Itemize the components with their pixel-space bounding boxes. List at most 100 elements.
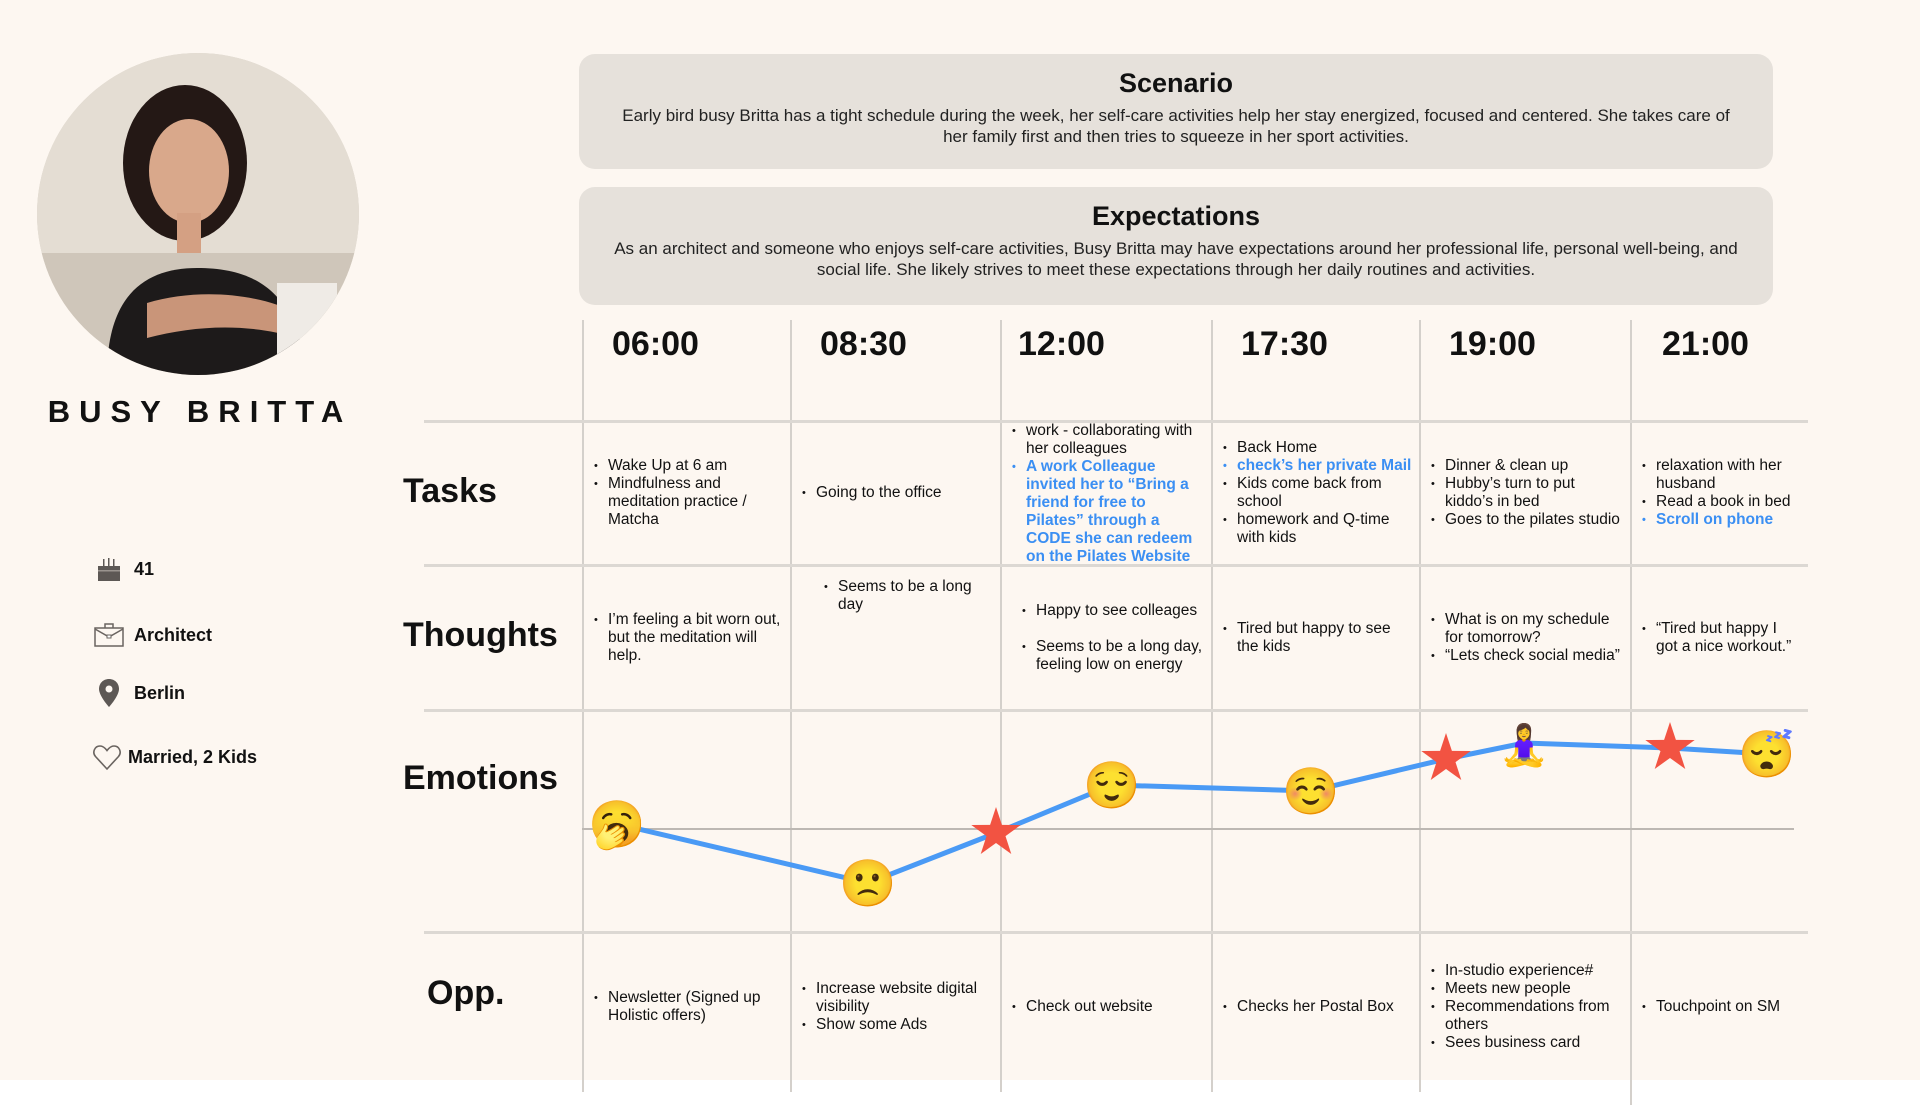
tasks-list: work - collaborating with her colleagues… [1010, 422, 1205, 566]
list-item: Recommendations from others [1429, 998, 1624, 1034]
thoughts-list: Tired but happy to see the kids [1221, 620, 1413, 656]
tasks-cell: relaxation with her husbandRead a book i… [1632, 422, 1807, 564]
time-header: 06:00 [612, 325, 699, 363]
family-value: Married, 2 Kids [128, 746, 258, 767]
time-header: 19:00 [1449, 325, 1536, 363]
thoughts-cell: “Tired but happy I got a nice workout.” [1632, 566, 1807, 709]
list-item: Happy to see colleages [1020, 602, 1205, 620]
tasks-cell: Back Homecheck’s her private MailKids co… [1213, 422, 1419, 564]
row-label-emotions: Emotions [403, 759, 558, 797]
thoughts-cell: What is on my schedule for tomorrow?“Let… [1421, 566, 1630, 709]
list-item: A work Colleague invited her to “Bring a… [1010, 458, 1205, 566]
tasks-cell: Going to the office [792, 422, 1000, 564]
list-item: check’s her private Mail [1221, 457, 1413, 475]
age-item: 41 [94, 554, 154, 584]
expectations-title: Expectations [1091, 201, 1261, 231]
list-item: Dinner & clean up [1429, 457, 1624, 475]
list-item: Seems to be a long day [822, 578, 994, 614]
thoughts-list: “Tired but happy I got a nice workout.” [1640, 620, 1801, 656]
map-pin-icon [99, 679, 119, 707]
list-item: Scroll on phone [1640, 511, 1801, 529]
opportunities-list: Check out website [1010, 998, 1153, 1016]
row-label-thoughts: Thoughts [403, 616, 558, 654]
list-item: Increase website digital visibility [800, 980, 994, 1016]
row-divider [424, 709, 1808, 712]
emotion-baseline [582, 828, 1794, 830]
expectations-text: As an architect and someone who enjoys s… [614, 239, 1738, 279]
list-item: What is on my schedule for tomorrow? [1429, 611, 1624, 647]
list-item: Back Home [1221, 439, 1413, 457]
row-label-tasks: Tasks [403, 472, 497, 510]
expectations-card: Expectations As an architect and someone… [579, 187, 1773, 305]
list-item: Check out website [1010, 998, 1153, 1016]
opportunities-list: Checks her Postal Box [1221, 998, 1394, 1016]
job-item: Architect [94, 620, 212, 650]
list-item: relaxation with her husband [1640, 457, 1801, 493]
thoughts-cell: Seems to be a long day [792, 566, 1000, 709]
tasks-list: Back Homecheck’s her private MailKids co… [1221, 439, 1413, 547]
list-item: Show some Ads [800, 1016, 994, 1034]
tasks-cell: work - collaborating with her colleagues… [1002, 422, 1211, 566]
tasks-cell: Wake Up at 6 amMindfulness and meditatio… [584, 422, 790, 564]
thoughts-cell: Happy to see colleages Seems to be a long… [1002, 566, 1211, 709]
opportunities-cell: In-studio experience#Meets new peopleRec… [1421, 933, 1630, 1080]
list-item: Newsletter (Signed up Holistic offers) [592, 989, 784, 1025]
list-item: Checks her Postal Box [1221, 998, 1394, 1016]
opportunities-list: Increase website digital visibilityShow … [800, 980, 994, 1034]
list-item: “Lets check social media” [1429, 647, 1624, 665]
list-item: homework and Q-time with kids [1221, 511, 1413, 547]
time-header: 08:30 [820, 325, 907, 363]
opportunities-cell: Touchpoint on SM [1632, 933, 1807, 1080]
persona-name: BUSY BRITTA [47, 394, 353, 429]
tasks-list: relaxation with her husbandRead a book i… [1640, 457, 1801, 529]
list-item: I’m feeling a bit worn out, but the medi… [592, 611, 784, 665]
tasks-list: Going to the office [800, 484, 942, 502]
list-item: “Tired but happy I got a nice workout.” [1640, 620, 1801, 656]
persona-photo [37, 53, 359, 375]
opportunities-cell: Increase website digital visibilityShow … [792, 933, 1000, 1080]
row-label-opportunities: Opp. [427, 974, 505, 1012]
family-item: Married, 2 Kids [92, 742, 257, 772]
list-item: Seems to be a long day, feeling low on e… [1020, 638, 1205, 674]
list-item: Read a book in bed [1640, 493, 1801, 511]
tasks-cell: Dinner & clean upHubby’s turn to put kid… [1421, 422, 1630, 564]
opportunities-cell: Newsletter (Signed up Holistic offers) [584, 933, 790, 1080]
location-value: Berlin [134, 682, 186, 703]
list-item: Goes to the pilates studio [1429, 511, 1624, 529]
job-value: Architect [134, 624, 213, 645]
list-item: Wake Up at 6 am [592, 457, 784, 475]
thoughts-cell: I’m feeling a bit worn out, but the medi… [584, 566, 790, 709]
scenario-text: Early bird busy Britta has a tight sched… [622, 106, 1730, 146]
list-item: Mindfulness and meditation practice / Ma… [592, 475, 784, 529]
thoughts-cell: Tired but happy to see the kids [1213, 566, 1419, 709]
list-item: Kids come back from school [1221, 475, 1413, 511]
list-item: Going to the office [800, 484, 942, 502]
list-item: Sees business card [1429, 1034, 1624, 1052]
briefcase-icon [94, 623, 124, 647]
tasks-list: Dinner & clean upHubby’s turn to put kid… [1429, 457, 1624, 529]
time-header: 12:00 [1018, 325, 1105, 363]
list-item: Touchpoint on SM [1640, 998, 1780, 1016]
opportunities-list: Newsletter (Signed up Holistic offers) [592, 989, 784, 1025]
time-header: 21:00 [1662, 325, 1749, 363]
list-item: Hubby’s turn to put kiddo’s in bed [1429, 475, 1624, 511]
opportunities-list: In-studio experience#Meets new peopleRec… [1429, 962, 1624, 1052]
list-item: work - collaborating with her colleagues [1010, 422, 1205, 458]
thoughts-list: Seems to be a long day [822, 578, 994, 614]
scenario-title: Scenario [1118, 68, 1234, 98]
heart-icon [93, 745, 121, 771]
thoughts-list: I’m feeling a bit worn out, but the medi… [592, 611, 784, 665]
age-value: 41 [134, 558, 155, 579]
scenario-card: Scenario Early bird busy Britta has a ti… [579, 54, 1773, 169]
location-item: Berlin [94, 678, 185, 708]
time-header: 17:30 [1241, 325, 1328, 363]
list-item: In-studio experience# [1429, 962, 1624, 980]
tasks-list: Wake Up at 6 amMindfulness and meditatio… [592, 457, 784, 529]
list-item: Meets new people [1429, 980, 1624, 998]
opportunities-list: Touchpoint on SM [1640, 998, 1780, 1016]
birthday-cake-icon [98, 558, 120, 581]
opportunities-cell: Check out website [1002, 933, 1211, 1080]
thoughts-list: Happy to see colleages Seems to be a long… [1020, 602, 1205, 674]
opportunities-cell: Checks her Postal Box [1213, 933, 1419, 1080]
list-item: Tired but happy to see the kids [1221, 620, 1413, 656]
